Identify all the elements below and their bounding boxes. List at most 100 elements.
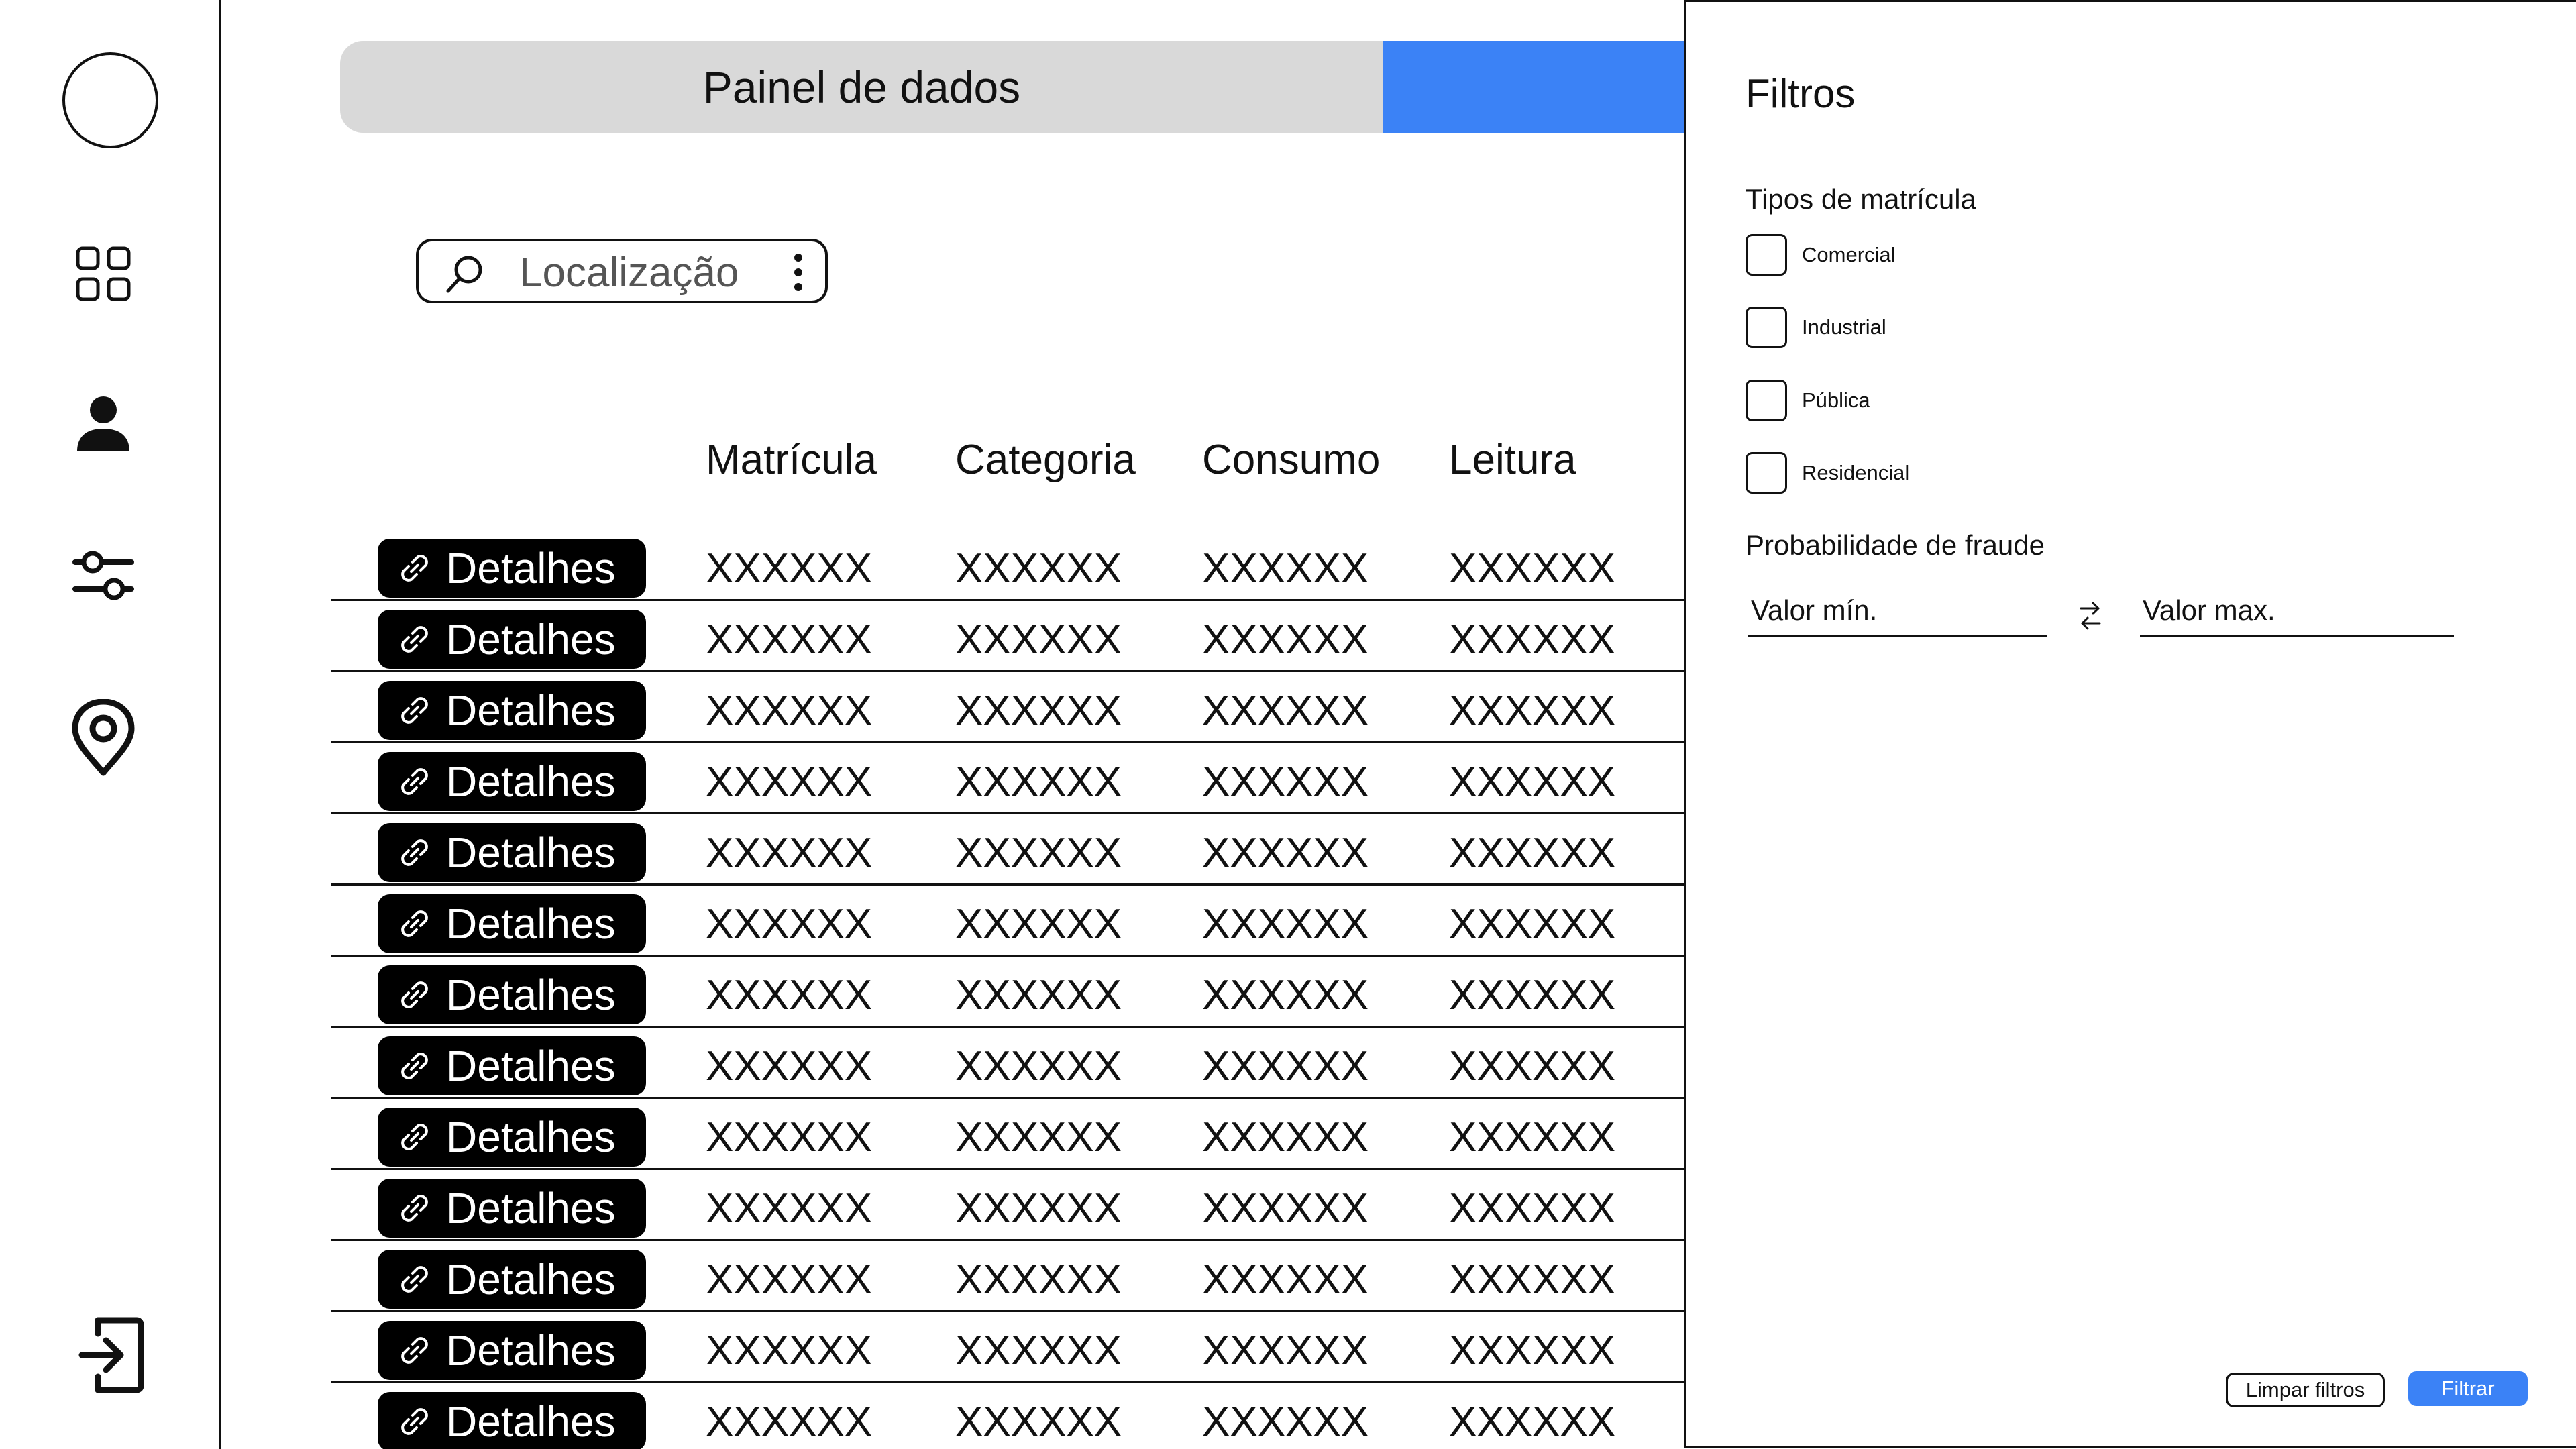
checkbox[interactable] <box>1746 307 1787 348</box>
dashboard-icon[interactable] <box>70 240 137 307</box>
checkbox[interactable] <box>1746 452 1787 494</box>
table-cell: XXXXXX <box>955 1043 1122 1089</box>
table-cell: XXXXXX <box>1449 616 1616 663</box>
type-option[interactable]: Industrial <box>1746 306 1886 349</box>
checkbox[interactable] <box>1746 234 1787 276</box>
table-cell: XXXXXX <box>955 972 1122 1018</box>
table-cell: XXXXXX <box>955 1256 1122 1303</box>
avatar[interactable] <box>62 52 158 148</box>
search-icon[interactable] <box>444 252 487 295</box>
details-button[interactable]: Detalhes <box>378 1250 646 1309</box>
link-icon <box>401 555 428 582</box>
table-cell: XXXXXX <box>706 759 873 805</box>
table-cell: XXXXXX <box>1202 830 1369 876</box>
table-row: Detalhes XXXXXX XXXXXX XXXXXX XXXXXX <box>331 1170 1693 1241</box>
details-button-label: Detalhes <box>446 757 616 806</box>
link-icon <box>401 768 428 795</box>
link-icon <box>401 1124 428 1150</box>
details-button[interactable]: Detalhes <box>378 539 646 598</box>
link-icon <box>401 1337 428 1364</box>
type-option[interactable]: Comercial <box>1746 233 1896 276</box>
link-icon <box>401 1408 428 1435</box>
table-cell: XXXXXX <box>1202 1328 1369 1374</box>
details-button[interactable]: Detalhes <box>378 1392 646 1449</box>
table-cell: XXXXXX <box>1449 830 1616 876</box>
table-cell: XXXXXX <box>1202 1185 1369 1232</box>
checkbox[interactable] <box>1746 380 1787 421</box>
settings-sliders-icon[interactable] <box>70 542 137 609</box>
table-cell: XXXXXX <box>1202 901 1369 947</box>
table-cell: XXXXXX <box>955 830 1122 876</box>
logout-icon[interactable] <box>78 1315 145 1395</box>
details-button[interactable]: Detalhes <box>378 823 646 882</box>
apply-filters-button[interactable]: Filtrar <box>2408 1371 2528 1406</box>
table-cell: XXXXXX <box>1449 759 1616 805</box>
table-cell: XXXXXX <box>1202 1043 1369 1089</box>
min-value-field[interactable] <box>1748 586 2047 637</box>
details-button[interactable]: Detalhes <box>378 752 646 811</box>
details-button-label: Detalhes <box>446 1042 616 1090</box>
table-cell: XXXXXX <box>1449 1043 1616 1089</box>
table-cell: XXXXXX <box>1449 972 1616 1018</box>
details-button-label: Detalhes <box>446 1397 616 1446</box>
table-cell: XXXXXX <box>706 1043 873 1089</box>
table-cell: XXXXXX <box>955 1328 1122 1374</box>
details-button[interactable]: Detalhes <box>378 894 646 953</box>
details-button[interactable]: Detalhes <box>378 965 646 1024</box>
link-icon <box>401 839 428 866</box>
type-option[interactable]: Pública <box>1746 379 1870 422</box>
page-title: Painel de dados <box>702 62 1021 112</box>
table-cell: XXXXXX <box>1449 1185 1616 1232</box>
clear-filters-button[interactable]: Limpar filtros <box>2226 1373 2385 1407</box>
table-cell: XXXXXX <box>955 616 1122 663</box>
user-icon[interactable] <box>70 390 137 458</box>
table-cell: XXXXXX <box>706 1185 873 1232</box>
link-icon <box>401 1266 428 1293</box>
details-button-label: Detalhes <box>446 1255 616 1303</box>
table-cell: XXXXXX <box>1202 616 1369 663</box>
max-value-field[interactable] <box>2140 586 2454 637</box>
table-cell: XXXXXX <box>1202 759 1369 805</box>
checkbox-label: Industrial <box>1802 315 1886 339</box>
column-header-matricula: Matrícula <box>706 437 877 483</box>
sidebar <box>0 0 221 1449</box>
table-row: Detalhes XXXXXX XXXXXX XXXXXX XXXXXX <box>331 530 1693 601</box>
checkbox-label: Comercial <box>1802 243 1896 266</box>
link-icon <box>401 697 428 724</box>
table-cell: XXXXXX <box>706 545 873 592</box>
more-options-icon[interactable] <box>785 251 812 294</box>
details-button[interactable]: Detalhes <box>378 1036 646 1095</box>
location-pin-icon[interactable] <box>70 698 137 778</box>
type-option[interactable]: Residencial <box>1746 451 1909 494</box>
table-row: Detalhes XXXXXX XXXXXX XXXXXX XXXXXX <box>331 957 1693 1028</box>
checkbox-label: Pública <box>1802 388 1870 412</box>
details-button[interactable]: Detalhes <box>378 610 646 669</box>
search-input[interactable] <box>519 248 761 297</box>
details-button[interactable]: Detalhes <box>378 1108 646 1167</box>
table-row: Detalhes XXXXXX XXXXXX XXXXXX XXXXXX <box>331 1383 1693 1449</box>
table-row: Detalhes XXXXXX XXXXXX XXXXXX XXXXXX <box>331 743 1693 814</box>
table-cell: XXXXXX <box>955 1114 1122 1161</box>
table-row: Detalhes XXXXXX XXXXXX XXXXXX XXXXXX <box>331 1099 1693 1170</box>
table-cell: XXXXXX <box>1202 688 1369 734</box>
table-cell: XXXXXX <box>1202 1256 1369 1303</box>
table-row: Detalhes XXXXXX XXXXXX XXXXXX XXXXXX <box>331 1028 1693 1099</box>
table-cell: XXXXXX <box>1449 1256 1616 1303</box>
table-row: Detalhes XXXXXX XXXXXX XXXXXX XXXXXX <box>331 814 1693 885</box>
details-button[interactable]: Detalhes <box>378 1179 646 1238</box>
details-button[interactable]: Detalhes <box>378 1321 646 1380</box>
table-header: Matrícula Categoria Consumo Leitura <box>331 416 1693 503</box>
checkbox-label: Residencial <box>1802 461 1910 484</box>
table-cell: XXXXXX <box>706 901 873 947</box>
table-cell: XXXXXX <box>706 1256 873 1303</box>
table-cell: XXXXXX <box>1202 1399 1369 1445</box>
details-button-label: Detalhes <box>446 900 616 948</box>
table-cell: XXXXXX <box>1449 545 1616 592</box>
details-button[interactable]: Detalhes <box>378 681 646 740</box>
details-button-label: Detalhes <box>446 544 616 592</box>
table-cell: XXXXXX <box>1449 688 1616 734</box>
table-cell: XXXXXX <box>706 688 873 734</box>
link-icon <box>401 981 428 1008</box>
details-button-label: Detalhes <box>446 828 616 877</box>
table-cell: XXXXXX <box>706 830 873 876</box>
